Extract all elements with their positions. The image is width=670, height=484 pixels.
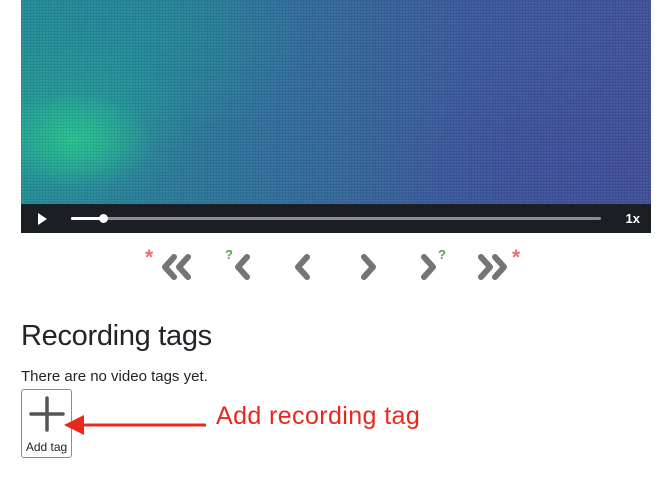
progress-bar[interactable] [71,214,601,223]
play-button[interactable] [33,210,51,228]
star-mark: * [512,246,521,269]
last-tag-button[interactable]: * [474,247,530,285]
annotation-label: Add recording tag [216,402,421,430]
annotation-arrow [64,415,206,435]
chevron-left-icon [295,254,310,280]
first-tag-button[interactable]: * [145,247,195,285]
double-chevron-right-icon [478,254,507,280]
next-uncertain-button[interactable]: ? [414,247,450,285]
page: 1x * ? ? * Recording tags There are no v… [0,0,670,484]
section-title: Recording tags [21,320,212,352]
chevron-right-icon [361,254,376,280]
question-mark: ? [225,247,233,262]
next-button[interactable] [355,247,383,285]
question-mark: ? [438,247,446,262]
add-tag-label: Add tag [25,440,68,454]
previous-button[interactable] [288,247,316,285]
star-mark: * [145,246,154,269]
video-controls: 1x [21,204,651,233]
empty-tags-message: There are no video tags yet. [21,368,208,385]
play-icon [38,213,47,225]
progress-handle[interactable] [98,214,108,223]
video-frame[interactable] [21,0,651,204]
playback-speed-button[interactable]: 1x [626,211,640,226]
previous-uncertain-button[interactable]: ? [222,247,256,285]
